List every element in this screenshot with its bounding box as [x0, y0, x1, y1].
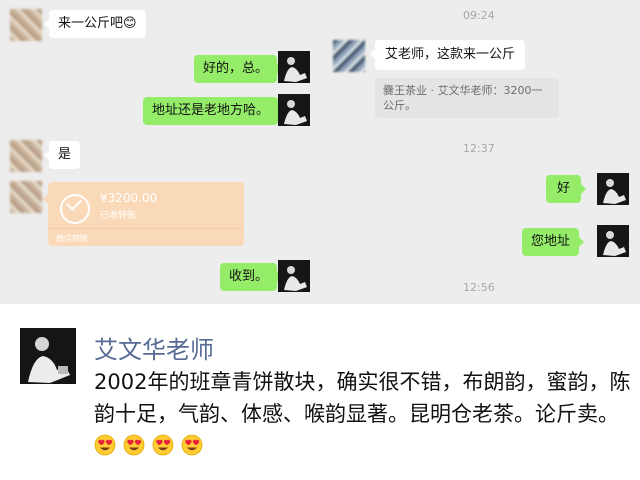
- heart-eyes-emoji: [123, 434, 145, 456]
- contact-avatar[interactable]: [10, 140, 42, 172]
- post-text-block: 2002年的班章青饼散块，确实很不错，布朗韵，蜜韵，陈韵十足，气韵、体感、喉韵显…: [94, 366, 632, 462]
- message-bubble[interactable]: 好: [546, 175, 587, 203]
- timestamp: 12:56: [463, 281, 495, 294]
- timestamp: 12:37: [463, 142, 495, 155]
- user-avatar[interactable]: [278, 51, 310, 83]
- contact-avatar[interactable]: [10, 181, 42, 213]
- message-bubble[interactable]: 地址还是老地方哈。: [143, 97, 284, 125]
- author-avatar[interactable]: [20, 328, 76, 384]
- user-avatar[interactable]: [597, 225, 629, 257]
- chat-screenshot: 09:24 来一公斤吧😊 艾老师，这款来一公斤 爨王茶业 · 艾文华老师：320…: [0, 0, 640, 304]
- post-text: 2002年的班章青饼散块，确实很不错，布朗韵，蜜韵，陈韵十足，气韵、体感、喉韵显…: [94, 370, 631, 426]
- contact-avatar[interactable]: [10, 9, 42, 41]
- emoji-row: [94, 434, 210, 458]
- heart-eyes-emoji: [181, 434, 203, 456]
- contact-avatar[interactable]: [333, 40, 365, 72]
- user-avatar[interactable]: [597, 173, 629, 205]
- message-bubble[interactable]: 是: [43, 141, 81, 169]
- message-bubble[interactable]: 收到。: [220, 263, 283, 291]
- heart-eyes-emoji: [94, 434, 116, 456]
- transfer-card[interactable]: ¥3200.00 已收转账 微信转账: [43, 182, 244, 246]
- message-bubble[interactable]: 好的，总。: [194, 55, 283, 83]
- timestamp: 09:24: [463, 9, 495, 22]
- author-name[interactable]: 艾文华老师: [94, 330, 214, 365]
- transfer-status: 已收转账: [100, 211, 137, 221]
- transfer-amount: ¥3200.00: [100, 191, 158, 205]
- divider: [48, 228, 244, 229]
- message-bubble[interactable]: 您地址: [522, 228, 585, 256]
- transfer-footer: 微信转账: [56, 234, 88, 243]
- quoted-message[interactable]: 爨王茶业 · 艾文华老师：3200一公斤。: [375, 78, 559, 118]
- user-avatar[interactable]: [278, 94, 310, 126]
- message-bubble[interactable]: 艾老师，这款来一公斤: [369, 40, 526, 70]
- message-bubble[interactable]: 来一公斤吧😊: [44, 10, 146, 38]
- user-avatar[interactable]: [278, 260, 310, 292]
- heart-eyes-emoji: [152, 434, 174, 456]
